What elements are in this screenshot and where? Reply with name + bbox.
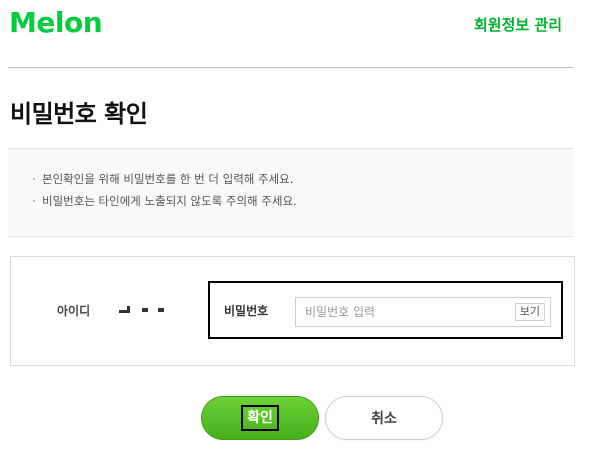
login-form-box: 아이디 비밀번호 보기 xyxy=(10,256,575,366)
member-info-link[interactable]: 회원정보 관리 xyxy=(474,14,562,35)
page-title: 비밀번호 확인 xyxy=(10,100,148,128)
logo-text: Melon xyxy=(9,6,103,39)
password-input[interactable] xyxy=(303,298,507,326)
password-label: 비밀번호 xyxy=(224,304,269,318)
cancel-button[interactable]: 취소 xyxy=(325,396,443,440)
notice-list: 본인확인을 위해 비밀번호를 한 번 더 입력해 주세요. 비밀번호는 타인에게… xyxy=(32,168,297,212)
notice-item: 비밀번호는 타인에게 노출되지 않도록 주의해 주세요. xyxy=(32,190,297,212)
notice-box: 본인확인을 위해 비밀번호를 한 번 더 입력해 주세요. 비밀번호는 타인에게… xyxy=(8,148,573,237)
melon-logo[interactable]: Melon xyxy=(9,6,103,39)
header-divider xyxy=(8,67,573,68)
notice-item: 본인확인을 위해 비밀번호를 한 번 더 입력해 주세요. xyxy=(32,168,297,190)
confirm-button-label: 확인 xyxy=(241,405,279,431)
masked-id-value xyxy=(115,304,165,314)
id-label: 아이디 xyxy=(57,304,91,318)
show-password-button[interactable]: 보기 xyxy=(514,303,545,321)
header: Melon 회원정보 관리 xyxy=(0,0,592,68)
password-field: 보기 xyxy=(295,297,551,327)
confirm-button[interactable]: 확인 xyxy=(201,396,319,440)
